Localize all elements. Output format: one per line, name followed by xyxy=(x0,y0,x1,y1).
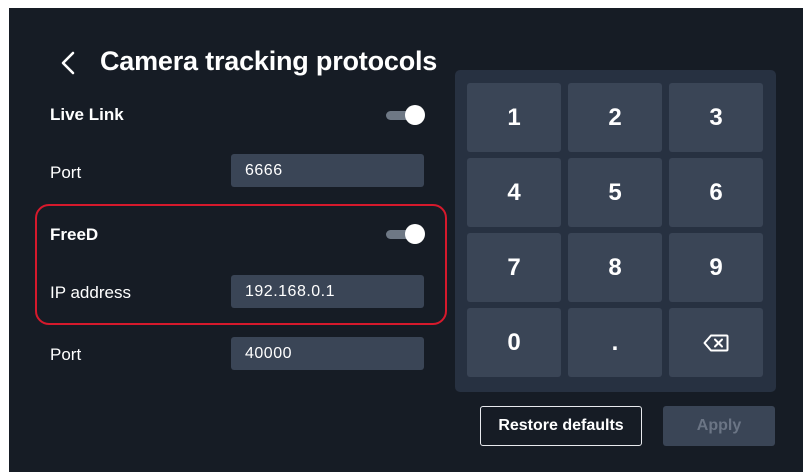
live-link-label: Live Link xyxy=(50,105,124,124)
live-link-port-field[interactable]: 6666 xyxy=(231,154,424,187)
key-1[interactable]: 1 xyxy=(467,83,561,152)
backspace-key[interactable] xyxy=(669,308,763,377)
key-4[interactable]: 4 xyxy=(467,158,561,227)
backspace-icon xyxy=(703,334,729,351)
numeric-keypad: 1 2 3 4 5 6 7 8 9 0 . xyxy=(455,70,776,392)
key-9[interactable]: 9 xyxy=(669,233,763,302)
key-8[interactable]: 8 xyxy=(568,233,662,302)
key-2[interactable]: 2 xyxy=(568,83,662,152)
page-title: Camera tracking protocols xyxy=(100,46,438,76)
live-link-toggle[interactable] xyxy=(384,104,426,126)
ip-address-label: IP address xyxy=(50,283,131,302)
freed-port-field[interactable]: 40000 xyxy=(231,337,424,370)
key-0[interactable]: 0 xyxy=(467,308,561,377)
back-button[interactable] xyxy=(53,46,83,80)
toggle-knob xyxy=(405,105,425,125)
live-link-port-label: Port xyxy=(50,163,82,182)
freed-toggle[interactable] xyxy=(384,223,426,245)
key-6[interactable]: 6 xyxy=(669,158,763,227)
key-5[interactable]: 5 xyxy=(568,158,662,227)
key-7[interactable]: 7 xyxy=(467,233,561,302)
key-3[interactable]: 3 xyxy=(669,83,763,152)
key-decimal[interactable]: . xyxy=(568,308,662,377)
apply-button[interactable]: Apply xyxy=(663,406,775,446)
restore-defaults-button[interactable]: Restore defaults xyxy=(480,406,642,446)
freed-port-label: Port xyxy=(50,345,82,364)
screen: Camera tracking protocols Live Link Port… xyxy=(9,8,803,472)
freed-label: FreeD xyxy=(50,225,99,244)
toggle-knob xyxy=(405,224,425,244)
chevron-left-icon xyxy=(61,51,75,75)
ip-address-field[interactable]: 192.168.0.1 xyxy=(231,275,424,308)
